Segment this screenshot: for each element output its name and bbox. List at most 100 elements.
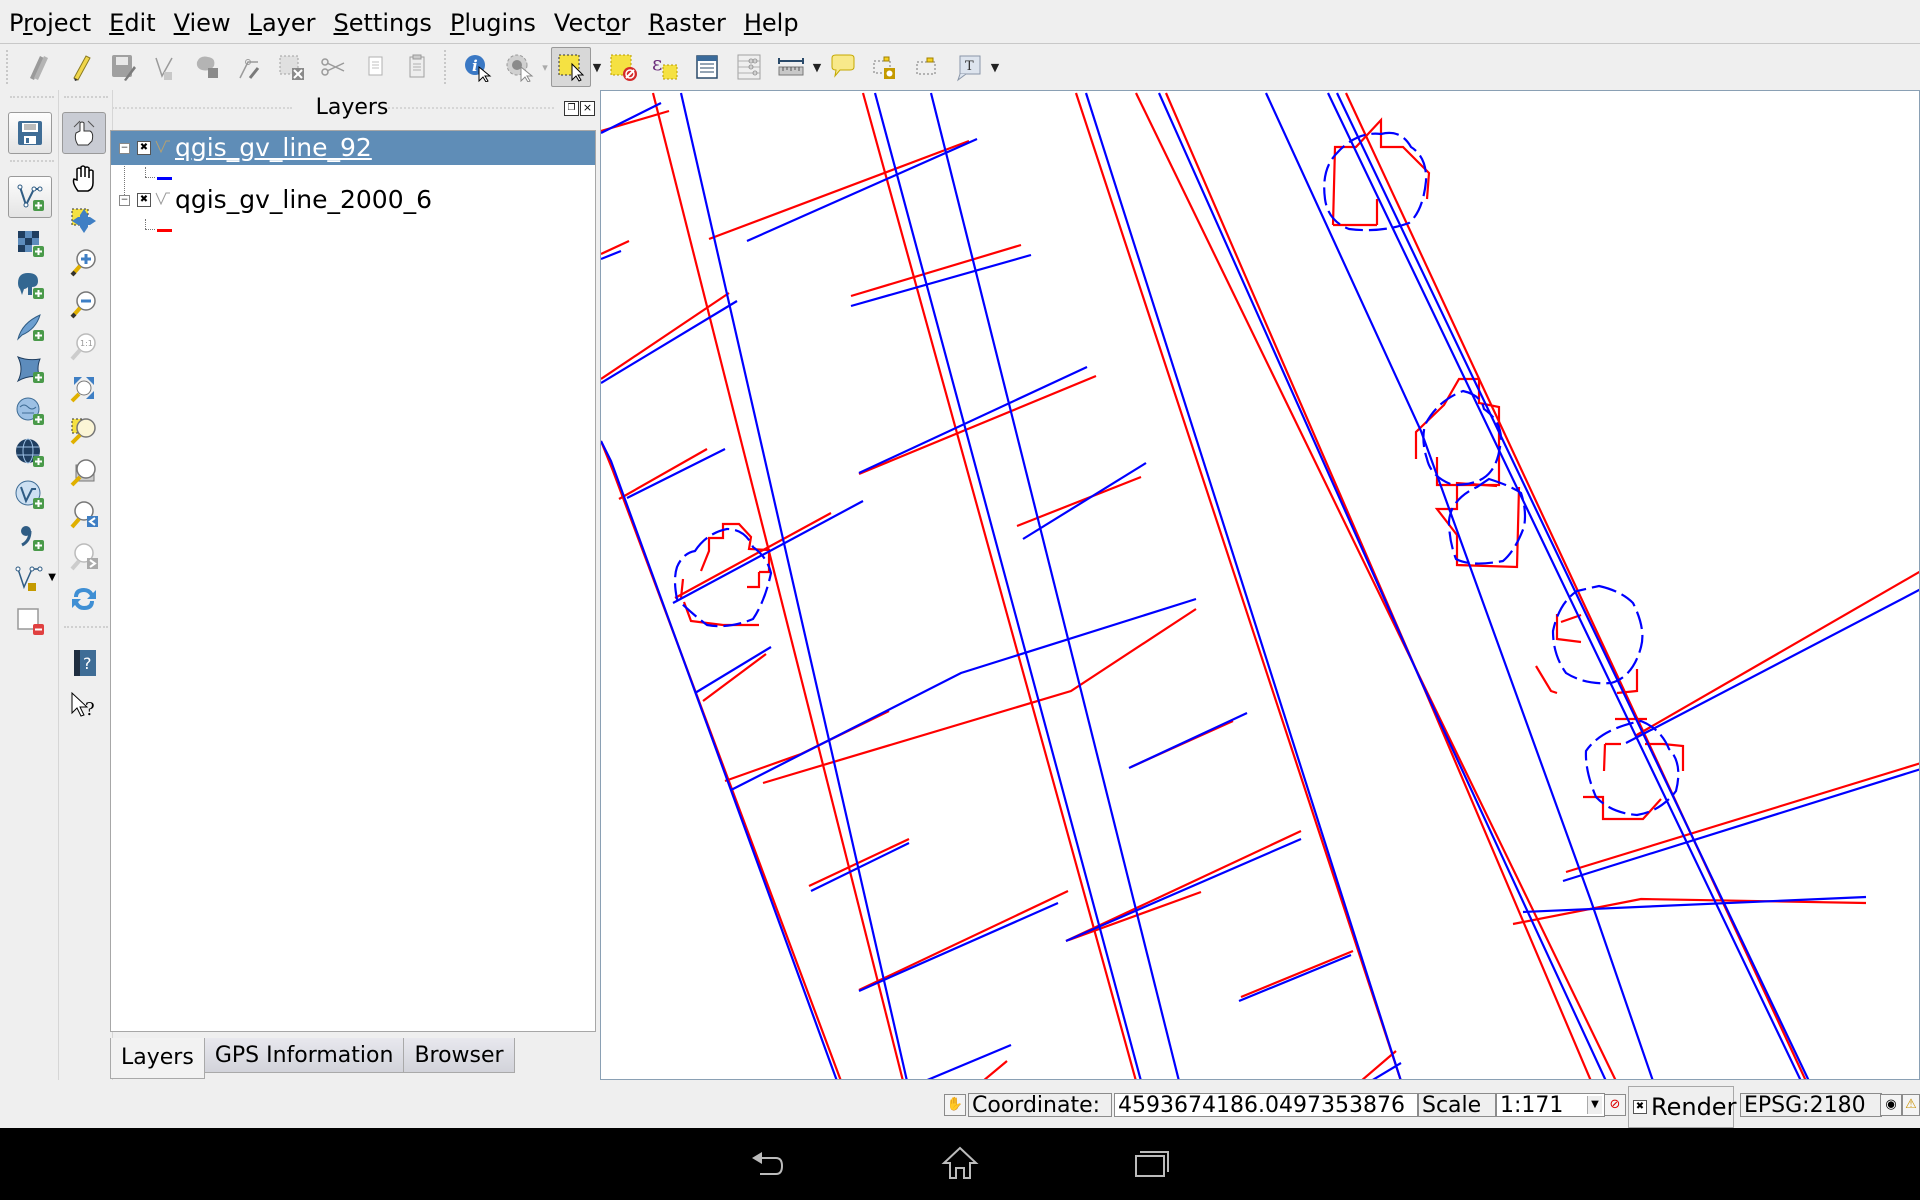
whats-this-button[interactable]: ? bbox=[62, 684, 106, 726]
zoom-to-selection-button[interactable] bbox=[62, 410, 106, 452]
coordinate-field[interactable]: 4593674186.0497353876 bbox=[1114, 1093, 1418, 1117]
identify-features-button[interactable]: i bbox=[457, 47, 497, 87]
save-layer-edits-button[interactable] bbox=[103, 47, 143, 87]
add-wfs-layer-button[interactable] bbox=[8, 474, 52, 516]
delete-selected-button[interactable] bbox=[271, 47, 311, 87]
add-mssql-layer-button[interactable] bbox=[8, 348, 52, 390]
touch-zoom-pan-button[interactable] bbox=[62, 112, 106, 154]
collapse-toggle[interactable]: − bbox=[119, 195, 130, 206]
menu-layer[interactable]: Layer bbox=[240, 0, 325, 44]
zoom-out-button[interactable] bbox=[62, 284, 106, 326]
menu-help[interactable]: Help bbox=[735, 0, 808, 44]
new-layer-dropdown[interactable]: ▼ bbox=[48, 572, 56, 583]
layer-tree[interactable]: − ✖ qgis_gv_line_92 − ✖ qgis_gv_line_200… bbox=[110, 130, 596, 1032]
toggle-extents-mouse-button[interactable]: ✋ bbox=[944, 1094, 966, 1116]
blue-tree-symbol bbox=[1584, 719, 1680, 817]
help-contents-button[interactable]: ? bbox=[62, 642, 106, 684]
cut-features-button[interactable] bbox=[313, 47, 353, 87]
refresh-button[interactable] bbox=[62, 578, 106, 620]
measure-dropdown[interactable]: ▼ bbox=[812, 47, 822, 87]
tab-browser[interactable]: Browser bbox=[403, 1038, 515, 1073]
toggle-editing-button[interactable] bbox=[61, 47, 101, 87]
zoom-to-layer-button[interactable] bbox=[62, 452, 106, 494]
select-by-expression-button[interactable]: ε bbox=[645, 47, 685, 87]
scale-dropdown-arrow-icon[interactable]: ▼ bbox=[1587, 1096, 1602, 1114]
zoom-actual-size-button[interactable]: 1:1 bbox=[62, 326, 106, 368]
map-canvas[interactable] bbox=[600, 90, 1920, 1080]
render-toggle[interactable]: ✖ Render bbox=[1628, 1086, 1736, 1128]
add-delimited-text-layer-button[interactable] bbox=[8, 516, 52, 558]
blue-cross-line bbox=[1238, 953, 1352, 1003]
map-tips-button[interactable] bbox=[823, 47, 863, 87]
crs-button[interactable]: EPSG:2180 bbox=[1740, 1093, 1882, 1117]
blue-cross-line bbox=[926, 1043, 1012, 1079]
menu-help-label: Help bbox=[743, 9, 799, 37]
layer-visibility-checkbox[interactable]: ✖ bbox=[137, 193, 151, 207]
menu-settings[interactable]: Settings bbox=[325, 0, 441, 44]
run-action-dropdown[interactable]: ▾ bbox=[540, 47, 550, 87]
tab-layers[interactable]: Layers bbox=[110, 1038, 205, 1079]
new-layer-button[interactable]: ▼ bbox=[8, 558, 56, 600]
toolbar-grip[interactable] bbox=[10, 96, 54, 106]
zoom-last-button[interactable] bbox=[62, 494, 106, 536]
save-project-button[interactable] bbox=[8, 112, 52, 154]
toolbar-grip[interactable] bbox=[444, 50, 452, 84]
menu-project[interactable]: Project bbox=[0, 0, 100, 44]
scale-combobox[interactable]: 1:171 ▼ bbox=[1496, 1093, 1605, 1117]
zoom-in-button[interactable] bbox=[62, 242, 106, 284]
back-button[interactable] bbox=[738, 1140, 798, 1186]
messages-button[interactable]: ⚠ bbox=[1902, 1094, 1920, 1116]
layer-visibility-checkbox[interactable]: ✖ bbox=[137, 141, 151, 155]
annotation-dropdown[interactable]: ▼ bbox=[990, 47, 1000, 87]
pan-map-button[interactable] bbox=[62, 158, 106, 200]
add-spatialite-layer-button[interactable] bbox=[8, 306, 52, 348]
move-feature-button[interactable] bbox=[187, 47, 227, 87]
home-button[interactable] bbox=[930, 1140, 990, 1186]
layer-item-qgis-gv-line-92[interactable]: − ✖ qgis_gv_line_92 bbox=[111, 131, 595, 165]
toolbar-grip[interactable] bbox=[6, 50, 14, 84]
tab-gps-information[interactable]: GPS Information bbox=[203, 1038, 405, 1073]
menu-edit[interactable]: Edit bbox=[100, 0, 164, 44]
add-wcs-layer-button[interactable] bbox=[8, 432, 52, 474]
toolbar-grip[interactable] bbox=[64, 626, 108, 636]
add-feature-button[interactable] bbox=[145, 47, 185, 87]
select-features-dropdown[interactable]: ▼ bbox=[592, 47, 602, 87]
layers-panel-titlebar[interactable]: Layers ❐ × bbox=[108, 92, 596, 124]
add-wms-layer-button[interactable] bbox=[8, 390, 52, 432]
new-bookmark-button[interactable] bbox=[865, 47, 905, 87]
close-panel-button[interactable]: × bbox=[580, 101, 595, 116]
layer-item-qgis-gv-line-2000-6[interactable]: − ✖ qgis_gv_line_2000_6 bbox=[111, 183, 595, 217]
collapse-toggle[interactable]: − bbox=[119, 143, 130, 154]
copy-features-button[interactable] bbox=[355, 47, 395, 87]
text-annotation-button[interactable]: T bbox=[949, 47, 989, 87]
deselect-all-button[interactable] bbox=[603, 47, 643, 87]
menu-raster[interactable]: Raster bbox=[639, 0, 734, 44]
measure-line-button[interactable] bbox=[771, 47, 811, 87]
current-edits-button[interactable] bbox=[19, 47, 59, 87]
svg-text:1:1: 1:1 bbox=[80, 339, 93, 348]
field-calculator-button[interactable] bbox=[729, 47, 769, 87]
crs-status-button[interactable]: ◉ bbox=[1880, 1094, 1902, 1116]
select-features-button[interactable] bbox=[551, 47, 591, 87]
toolbar-grip[interactable] bbox=[64, 96, 108, 106]
zoom-next-button[interactable] bbox=[62, 536, 106, 578]
run-feature-action-button[interactable] bbox=[499, 47, 539, 87]
node-tool-button[interactable] bbox=[229, 47, 269, 87]
menu-plugins[interactable]: Plugins bbox=[441, 0, 545, 44]
render-checkbox[interactable]: ✖ bbox=[1633, 1100, 1647, 1114]
new-vector-layer-button[interactable] bbox=[8, 176, 52, 218]
pan-to-selection-button[interactable] bbox=[62, 200, 106, 242]
toolbar-grip[interactable] bbox=[10, 160, 54, 170]
float-panel-button[interactable]: ❐ bbox=[564, 101, 579, 116]
open-attribute-table-button[interactable] bbox=[687, 47, 727, 87]
remove-layer-button[interactable] bbox=[8, 600, 52, 642]
add-raster-layer-button[interactable] bbox=[8, 222, 52, 264]
show-bookmarks-button[interactable] bbox=[907, 47, 947, 87]
recent-apps-button[interactable] bbox=[1122, 1140, 1182, 1186]
menu-view[interactable]: View bbox=[165, 0, 240, 44]
paste-features-button[interactable] bbox=[397, 47, 437, 87]
menu-vector[interactable]: Vector bbox=[545, 0, 640, 44]
add-postgis-layer-button[interactable] bbox=[8, 264, 52, 306]
zoom-full-button[interactable] bbox=[62, 368, 106, 410]
stop-rendering-button[interactable]: ⊘ bbox=[1604, 1094, 1626, 1116]
